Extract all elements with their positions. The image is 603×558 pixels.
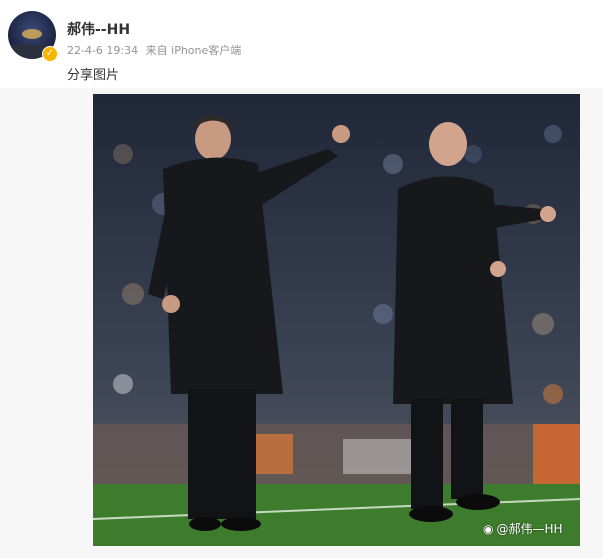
avatar-light: [22, 29, 42, 39]
post-source: 来自 iPhone客户端: [145, 44, 242, 57]
image-watermark: ◉ @郝伟—HH: [483, 520, 563, 537]
weibo-logo-icon: ◉: [483, 522, 494, 536]
watermark-text: @郝伟—HH: [496, 522, 563, 536]
post-text: 分享图片: [67, 68, 120, 83]
verified-badge-icon: ✓: [42, 46, 58, 62]
username[interactable]: 郝伟--HH: [67, 19, 130, 39]
post-date[interactable]: 22-4-6 19:34: [67, 44, 138, 57]
post-meta: 22-4-6 19:34 来自 iPhone客户端: [67, 42, 245, 58]
photo-illustration: [93, 94, 580, 546]
post-image[interactable]: [93, 94, 580, 546]
ad-boards: [93, 424, 580, 484]
